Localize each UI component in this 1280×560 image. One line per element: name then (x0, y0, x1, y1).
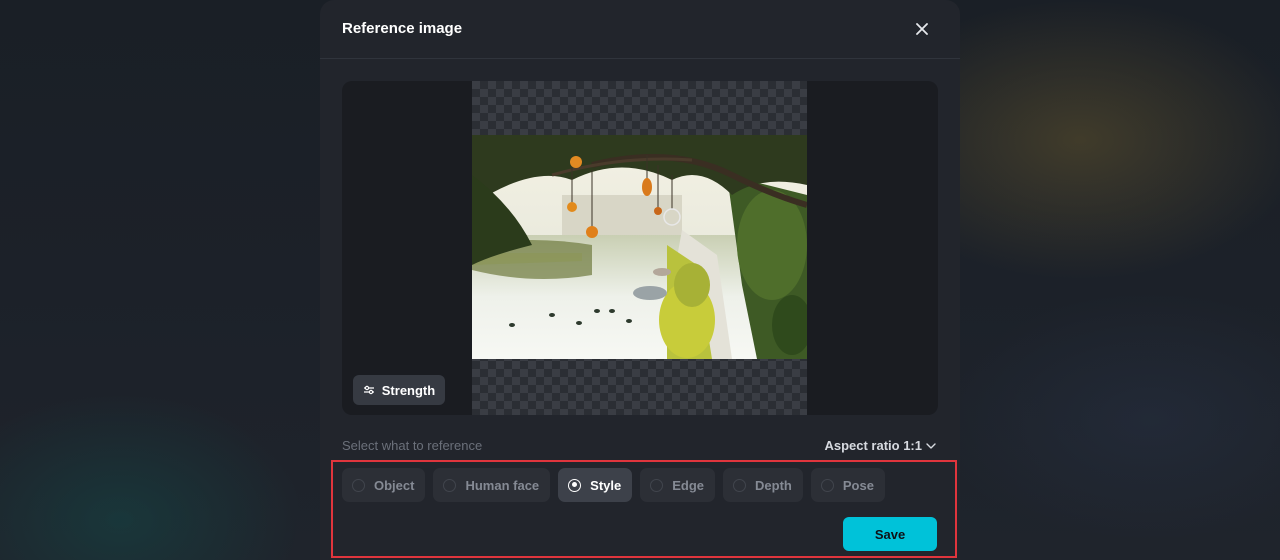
option-depth[interactable]: Depth (723, 468, 803, 502)
option-human-face[interactable]: Human face (433, 468, 551, 502)
radio-icon (650, 478, 664, 492)
strength-label: Strength (381, 382, 436, 398)
reference-photo-image (472, 135, 807, 359)
reference-prompt: Select what to reference (342, 438, 483, 453)
radio-icon (443, 478, 457, 492)
modal-header: Reference image (320, 0, 960, 59)
reference-image-modal: Reference image Strength Select what to … (320, 0, 960, 560)
strength-button[interactable]: Strength (353, 375, 445, 405)
option-label: Style (590, 477, 622, 493)
save-button[interactable]: Save (843, 517, 937, 551)
radio-icon (820, 478, 834, 492)
option-label: Object (374, 477, 415, 493)
radio-icon (352, 478, 365, 492)
image-preview: Strength (342, 81, 938, 415)
option-object[interactable]: Object (342, 468, 426, 502)
aspect-ratio-dropdown[interactable]: Aspect ratio 1:1 (824, 438, 936, 453)
option-label: Edge (672, 477, 705, 493)
modal-title: Reference image (342, 20, 463, 37)
option-pose[interactable]: Pose (810, 468, 885, 502)
option-label: Depth (755, 477, 792, 493)
radio-icon (733, 478, 747, 492)
reference-options: Object Human face Style Edge Depth Pose (342, 468, 885, 502)
option-label: Pose (842, 477, 874, 493)
aspect-ratio-label: Aspect ratio 1:1 (824, 438, 922, 453)
chevron-down-icon (926, 442, 936, 449)
sliders-icon (363, 385, 374, 395)
reference-photo (472, 135, 807, 359)
radio-selected-icon (568, 478, 582, 492)
option-label: Human face (465, 477, 540, 493)
option-edge[interactable]: Edge (640, 468, 716, 502)
close-button[interactable] (912, 19, 932, 39)
close-icon (916, 23, 928, 35)
option-style[interactable]: Style (558, 468, 633, 502)
